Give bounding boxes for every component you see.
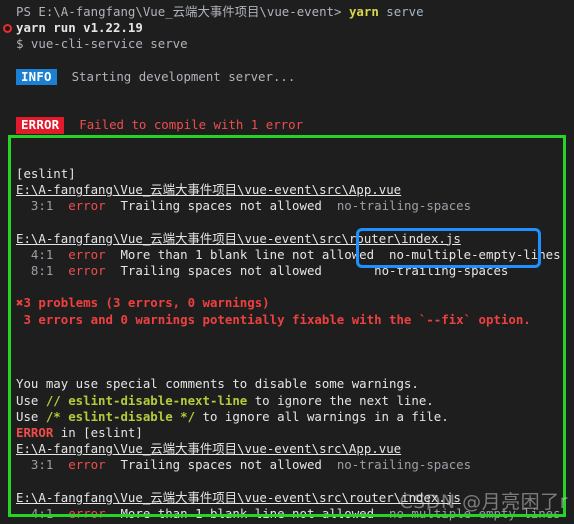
hint-line-3: Use /* eslint-disable */ to ignore all w… xyxy=(0,409,574,425)
error-in-eslint-line: ERROR in [eslint] xyxy=(0,425,574,441)
spacer-line-8 xyxy=(0,328,574,344)
hint-suffix-2: to ignore the next line. xyxy=(247,392,434,408)
spacer-line-11 xyxy=(0,473,574,489)
fixable-line: 3 errors and 0 warnings potentially fixa… xyxy=(0,312,574,328)
problem-message: Trailing spaces not allowed xyxy=(120,263,322,278)
prompt-line: PS E:\A-fangfang\Vue_云端大事件项目\vue-event> … xyxy=(0,4,574,20)
prompt-prefix: PS xyxy=(16,4,39,19)
problem-message: More than 1 blank line not allowed xyxy=(120,246,375,262)
command-name: yarn xyxy=(348,4,379,19)
script-line: $ vue-cli-service serve xyxy=(0,36,574,52)
file-path-line-3: E:\A-fangfang\Vue_云端大事件项目\vue-event\src\… xyxy=(0,441,574,457)
spacer-line-10 xyxy=(0,360,574,376)
eslint-header: [eslint] xyxy=(16,165,76,181)
command-arg: serve xyxy=(386,4,424,19)
problem-rule: no-trailing-spaces xyxy=(374,263,509,278)
prompt-cwd: E:\A-fangfang\Vue_云端大事件项目\vue-event> xyxy=(38,4,342,19)
problem-severity: error xyxy=(68,457,106,473)
spacer-line-7 xyxy=(0,279,574,295)
error-headline-line: ERROR Failed to compile with 1 error xyxy=(0,117,574,134)
eslint-header-line: [eslint] xyxy=(0,166,574,182)
problem-message: More than 1 blank line not allowed xyxy=(120,505,375,521)
problem-line-1: 3:1 error Trailing spaces not allowed no… xyxy=(0,198,574,214)
hint-code-2: // eslint-disable-next-line xyxy=(45,392,248,408)
hint-code-3: /* eslint-disable */ xyxy=(45,408,196,424)
script-text: $ vue-cli-service serve xyxy=(16,36,188,52)
file-path-app-vue: E:\A-fangfang\Vue_云端大事件项目\vue-event\src\… xyxy=(16,441,402,457)
summary-line: ✖3 problems (3 errors, 0 warnings) xyxy=(0,295,574,311)
fixable-text: 3 errors and 0 warnings potentially fixa… xyxy=(23,311,531,327)
problem-severity: error xyxy=(68,246,106,262)
file-path-line-1: E:\A-fangfang\Vue_云端大事件项目\vue-event\src\… xyxy=(0,182,574,198)
hint-prefix-3: Use xyxy=(16,408,46,424)
spacer-line-5 xyxy=(0,150,574,166)
problem-line-4: 3:1 error Trailing spaces not allowed no… xyxy=(0,457,574,473)
problem-severity: error xyxy=(68,198,106,214)
spacer-line-1 xyxy=(0,53,574,69)
problem-loc: 3:1 xyxy=(30,198,54,214)
problem-severity: error xyxy=(68,505,106,521)
info-text: Starting development server... xyxy=(71,68,296,84)
error-badge: ERROR xyxy=(16,117,65,134)
watermark-text: CSDN @月亮困了r xyxy=(399,490,568,513)
problem-line-3: 8:1 error Trailing spaces not allowed no… xyxy=(0,263,574,279)
problem-message: Trailing spaces not allowed xyxy=(120,198,322,214)
hint-suffix-3: to ignore all warnings in a file. xyxy=(195,408,449,424)
problem-line-2: 4:1 error More than 1 blank line not all… xyxy=(0,247,574,263)
file-path-app-vue: E:\A-fangfang\Vue_云端大事件项目\vue-event\src\… xyxy=(16,182,402,198)
error-in-rest: in [eslint] xyxy=(53,424,143,440)
problem-rule: no-trailing-spaces xyxy=(336,198,472,214)
info-line: INFO Starting development server... xyxy=(0,68,574,85)
problem-loc: 4:1 xyxy=(30,505,54,521)
problem-message: Trailing spaces not allowed xyxy=(120,457,322,473)
problem-rule: no-trailing-spaces xyxy=(336,457,472,473)
error-headline-text: Failed to compile with 1 error xyxy=(79,117,304,133)
problem-loc: 8:1 xyxy=(30,263,54,278)
spacer-line-3 xyxy=(0,101,574,117)
file-path-line-2: E:\A-fangfang\Vue_云端大事件项目\vue-event\src\… xyxy=(0,231,574,247)
error-circle-icon xyxy=(3,24,12,34)
problem-rule: no-multiple-empty-lines xyxy=(389,246,561,262)
problem-loc: 4:1 xyxy=(30,246,54,262)
hint-text-1: You may use special comments to disable … xyxy=(16,376,419,392)
spacer-line-2 xyxy=(0,85,574,101)
spacer-line-6 xyxy=(0,214,574,230)
summary-text: 3 problems (3 errors, 0 warnings) xyxy=(23,295,270,311)
file-path-router-index-js: E:\A-fangfang\Vue_云端大事件项目\vue-event\src\… xyxy=(16,489,461,505)
problem-severity: error xyxy=(68,263,106,278)
error-in-label: ERROR xyxy=(16,424,54,440)
terminal-output: PS E:\A-fangfang\Vue_云端大事件项目\vue-event> … xyxy=(0,0,574,524)
info-badge: INFO xyxy=(16,68,57,85)
terminal-window[interactable]: PS E:\A-fangfang\Vue_云端大事件项目\vue-event> … xyxy=(0,0,574,524)
hint-prefix-2: Use xyxy=(16,392,46,408)
problem-loc: 3:1 xyxy=(30,457,54,473)
file-path-router-index-js: E:\A-fangfang\Vue_云端大事件项目\vue-event\src\… xyxy=(16,230,461,246)
hint-line-2: Use // eslint-disable-next-line to ignor… xyxy=(0,393,574,409)
yarn-run-text: yarn run v1.22.19 xyxy=(16,20,143,36)
spacer-line-9 xyxy=(0,344,574,360)
hint-line-1: You may use special comments to disable … xyxy=(0,376,574,392)
spacer-line-4 xyxy=(0,134,574,150)
yarn-run-line: yarn run v1.22.19 xyxy=(0,20,574,36)
